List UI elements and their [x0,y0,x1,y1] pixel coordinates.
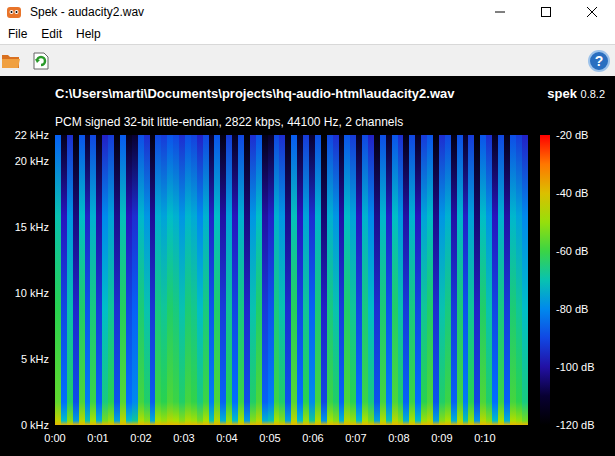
time-tick: 0:00 [44,431,65,445]
time-tick: 0:04 [216,431,237,445]
reload-icon[interactable] [31,51,51,71]
menu-item[interactable]: File [2,25,33,43]
menu-bar: FileEditHelp [0,24,615,44]
window-title: Spek - audacity2.wav [30,3,144,21]
frequency-tick: 20 kHz [15,154,49,168]
help-label: ? [595,54,604,68]
spek-logo-icon [6,4,22,20]
scale-tick: -80 dB [556,302,588,316]
scale-tick: -100 dB [556,360,595,374]
file-path: C:\Users\marti\Documents\projects\hq-aud… [55,85,454,103]
scale-tick: -60 dB [556,244,588,258]
time-tick: 0:09 [431,431,452,445]
time-tick: 0:08 [388,431,409,445]
color-scale [540,135,550,425]
spectrogram-view: C:\Users\marti\Documents\projects\hq-aud… [0,76,615,456]
time-tick: 0:03 [173,431,194,445]
title-bar: Spek - audacity2.wav [0,0,615,24]
help-button[interactable]: ? [588,50,610,72]
frequency-tick: 10 kHz [15,286,49,300]
file-info: PCM signed 32-bit little-endian, 2822 kb… [55,115,403,129]
time-axis: 0:000:010:020:030:040:050:060:070:080:09… [55,431,527,451]
scale-tick: -120 dB [556,418,595,432]
frequency-axis: 22 kHz20 kHz15 kHz10 kHz5 kHz0 kHz [0,135,55,425]
close-button[interactable] [569,0,615,24]
frequency-tick: 0 kHz [21,418,49,432]
spectrogram-column [522,135,528,425]
minimize-button[interactable] [477,0,523,24]
menu-item[interactable]: Help [70,25,107,43]
maximize-icon [541,7,551,17]
time-tick: 0:05 [259,431,280,445]
minimize-icon [495,7,505,17]
frequency-tick: 22 kHz [15,128,49,142]
toolbar: ? [0,44,615,76]
spectrogram-plot [55,135,527,425]
menu-item[interactable]: Edit [35,25,68,43]
scale-tick: -20 dB [556,128,588,142]
frequency-tick: 15 kHz [15,220,49,234]
time-tick: 0:02 [130,431,151,445]
close-icon [587,7,597,17]
time-tick: 0:01 [87,431,108,445]
app-version: 0.8.2 [581,88,605,100]
maximize-button[interactable] [523,0,569,24]
app-name: spek [547,86,577,101]
frequency-tick: 5 kHz [21,352,49,366]
time-tick: 0:06 [302,431,323,445]
open-folder-icon[interactable] [1,51,21,71]
time-tick: 0:10 [474,431,495,445]
color-scale-labels: -20 dB-40 dB-60 dB-80 dB-100 dB-120 dB [556,135,611,425]
scale-tick: -40 dB [556,186,588,200]
time-tick: 0:07 [345,431,366,445]
